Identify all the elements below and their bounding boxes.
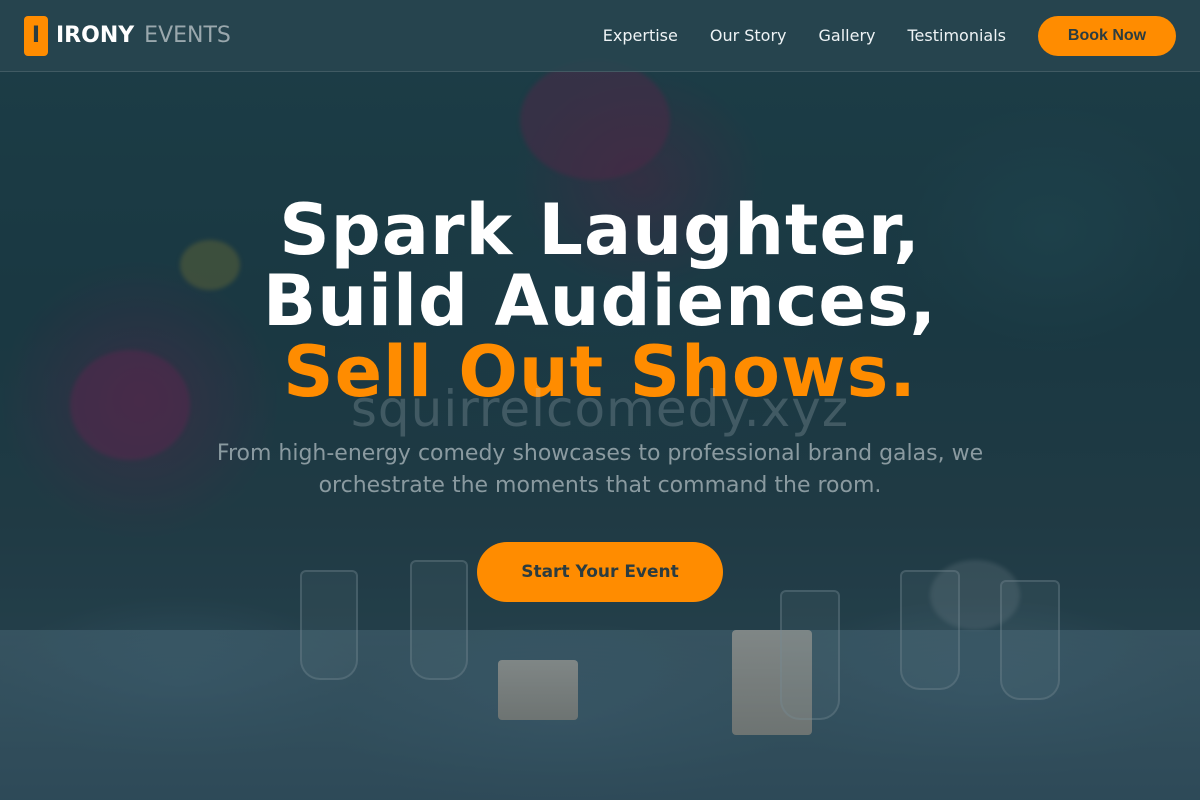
headline-line-2: Build Audiences, (262, 260, 938, 342)
start-your-event-button[interactable]: Start Your Event (477, 542, 723, 602)
brand-suffix: EVENTS (144, 23, 231, 48)
hero-headline: Spark Laughter, Build Audiences, Sell Ou… (0, 195, 1200, 408)
nav-link-gallery[interactable]: Gallery (819, 26, 876, 45)
hero-subtitle: From high-energy comedy showcases to pro… (216, 441, 984, 498)
site-header: I IRONY EVENTS Expertise Our Story Galle… (0, 0, 1200, 72)
hero-section: Spark Laughter, Build Audiences, Sell Ou… (0, 195, 1200, 408)
nav-link-expertise[interactable]: Expertise (603, 26, 678, 45)
nav-link-testimonials[interactable]: Testimonials (908, 26, 1007, 45)
brand-name: IRONY (56, 23, 135, 48)
book-now-button[interactable]: Book Now (1038, 15, 1176, 56)
brand-logo[interactable]: I IRONY EVENTS (24, 15, 231, 56)
watermark-text: squirrelcomedy.xyz (350, 380, 850, 438)
logo-mark: I (24, 15, 48, 56)
headline-line-1: Spark Laughter, (279, 189, 921, 271)
nav-link-our-story[interactable]: Our Story (710, 26, 787, 45)
main-nav: Expertise Our Story Gallery Testimonials… (603, 15, 1176, 56)
